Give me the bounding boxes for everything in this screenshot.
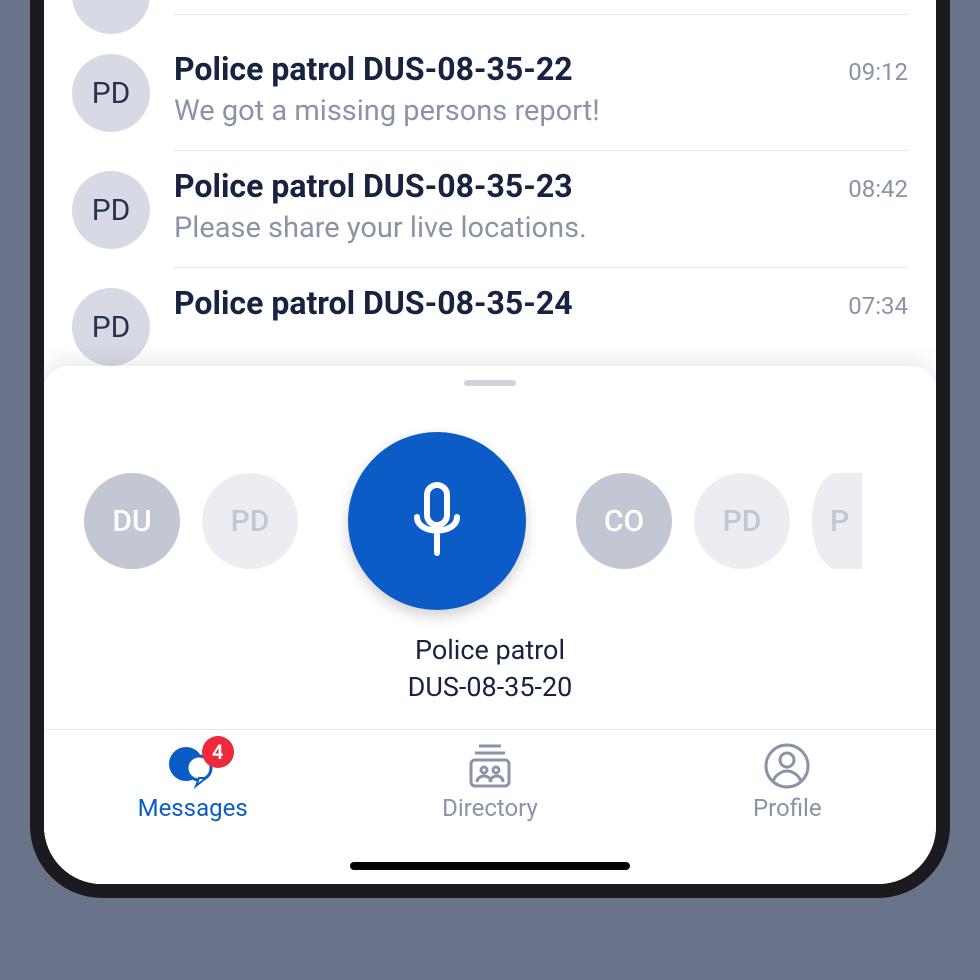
chat-preview: We got a missing persons report! [174, 94, 908, 128]
tab-label: Profile [753, 794, 822, 822]
chat-row[interactable]: PD Police patrol DUS-08-35-23 08:42 Plea… [44, 151, 936, 268]
avatar: PD [72, 54, 150, 132]
ptt-carousel[interactable]: DU PD CO PD P [44, 430, 936, 612]
screen: Here is the handover protocol from… PD P… [44, 0, 936, 884]
chat-row[interactable]: Here is the handover protocol from… [44, 0, 936, 34]
chat-time: 09:12 [848, 58, 908, 86]
tab-messages[interactable]: 4 Messages [44, 730, 341, 884]
chat-title: Police patrol DUS-08-35-23 [174, 167, 573, 205]
chat-row[interactable]: PD Police patrol DUS-08-35-22 09:12 We g… [44, 34, 936, 151]
chat-title: Police patrol DUS-08-35-24 [174, 284, 573, 322]
avatar: PD [72, 171, 150, 249]
directory-icon [463, 742, 517, 790]
contact-bubble[interactable]: PD [202, 473, 298, 569]
sheet-grabber[interactable] [464, 380, 516, 386]
profile-icon [760, 742, 814, 790]
chat-title: Police patrol DUS-08-35-22 [174, 50, 573, 88]
tab-label: Directory [442, 794, 538, 822]
chat-time: 07:34 [848, 292, 908, 320]
chat-row[interactable]: PD Police patrol DUS-08-35-24 07:34 [44, 268, 936, 366]
ptt-sheet: DU PD CO PD P Police patrol DUS-08-35-20 [44, 366, 936, 729]
contact-bubble[interactable]: PD [694, 473, 790, 569]
chat-list: Here is the handover protocol from… PD P… [44, 0, 936, 366]
tab-directory[interactable]: Directory [341, 730, 638, 884]
avatar: PD [72, 288, 150, 366]
tab-label: Messages [138, 794, 248, 822]
avatar [72, 0, 150, 34]
ptt-selected-label: Police patrol DUS-08-35-20 [44, 632, 936, 705]
contact-bubble[interactable]: CO [576, 473, 672, 569]
phone-frame: Here is the handover protocol from… PD P… [30, 0, 950, 898]
microphone-icon [407, 481, 467, 561]
home-indicator[interactable] [350, 862, 630, 870]
chat-preview: Please share your live locations. [174, 211, 908, 245]
contact-bubble[interactable]: P [812, 473, 862, 569]
tab-profile[interactable]: Profile [639, 730, 936, 884]
chat-time: 08:42 [848, 175, 908, 203]
contact-bubble[interactable]: DU [84, 473, 180, 569]
push-to-talk-button[interactable] [348, 432, 526, 610]
messages-badge: 4 [202, 736, 234, 768]
tab-bar: 4 Messages Directory [44, 729, 936, 884]
messages-icon: 4 [166, 742, 220, 790]
